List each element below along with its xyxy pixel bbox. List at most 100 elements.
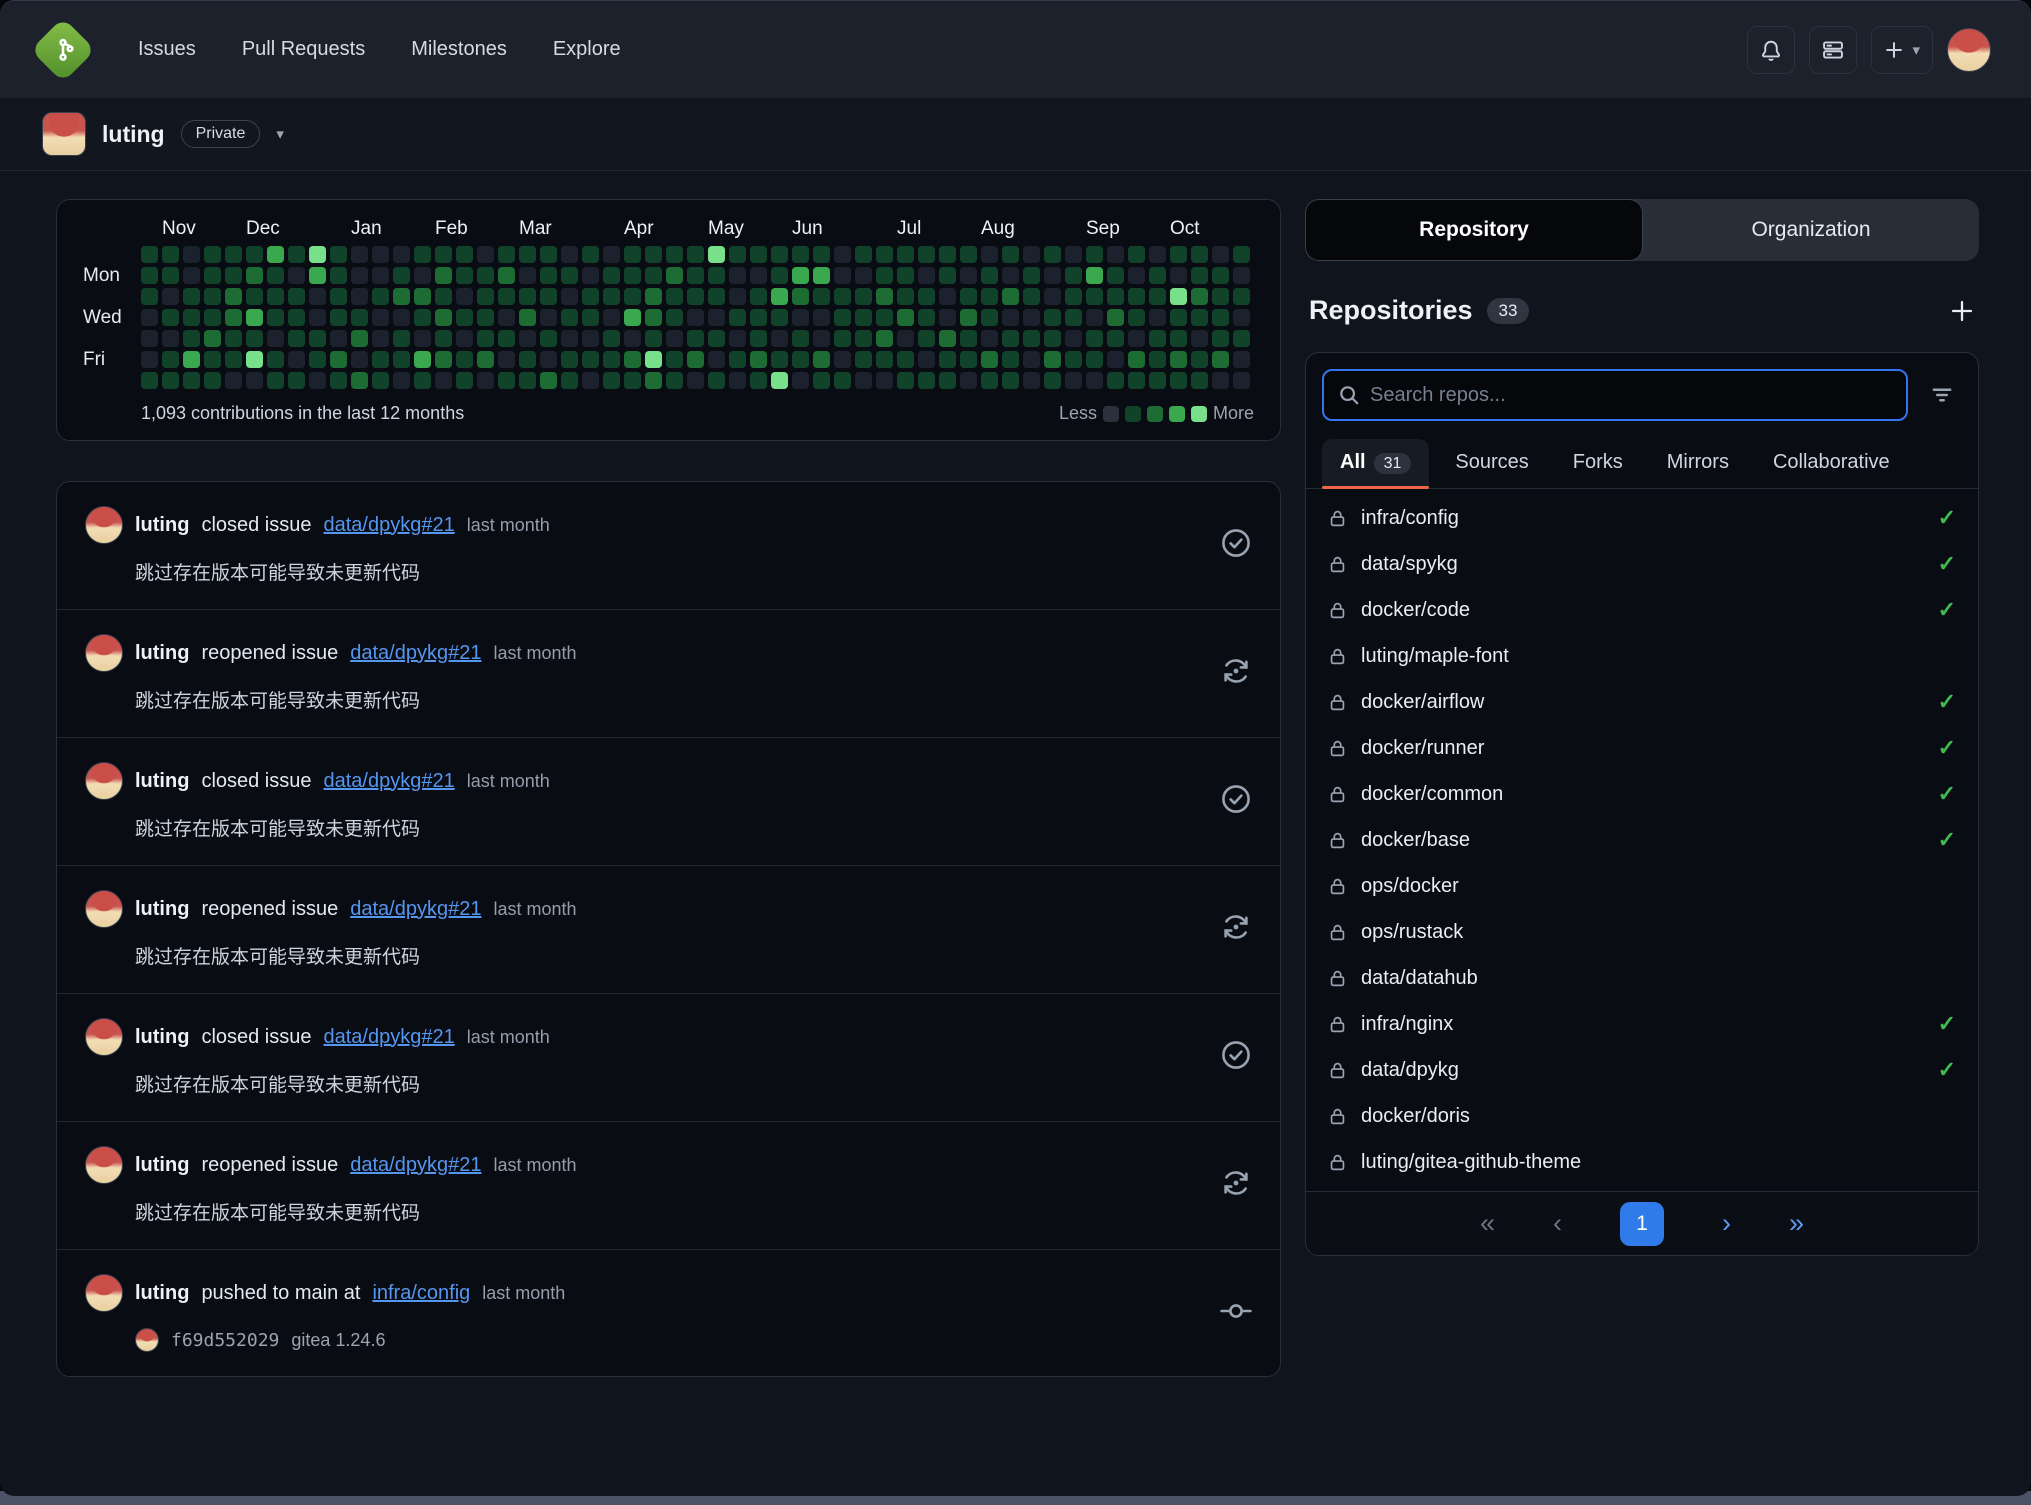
repo-item[interactable]: luting/maple-font — [1306, 633, 1978, 679]
heatmap-cell[interactable] — [582, 267, 599, 284]
heatmap-cell[interactable] — [1002, 309, 1019, 326]
heatmap-cell[interactable] — [792, 246, 809, 263]
repo-item[interactable]: infra/config✓ — [1306, 495, 1978, 541]
heatmap-cell[interactable] — [204, 330, 221, 347]
repo-name[interactable]: docker/airflow — [1361, 691, 1484, 714]
heatmap-cell[interactable] — [813, 309, 830, 326]
heatmap-cell[interactable] — [309, 246, 326, 263]
heatmap-cell[interactable] — [414, 372, 431, 389]
heatmap-cell[interactable] — [729, 288, 746, 305]
heatmap-cell[interactable] — [330, 246, 347, 263]
heatmap-cell[interactable] — [393, 351, 410, 368]
heatmap-cell[interactable] — [477, 351, 494, 368]
heatmap-cell[interactable] — [1023, 267, 1040, 284]
heatmap-cell[interactable] — [813, 351, 830, 368]
repo-item[interactable]: docker/doris — [1306, 1093, 1978, 1139]
feed-target-link[interactable]: data/dpykg#21 — [350, 1154, 481, 1177]
heatmap-cell[interactable] — [267, 309, 284, 326]
heatmap-cell[interactable] — [183, 309, 200, 326]
repo-item[interactable]: data/spykg✓ — [1306, 541, 1978, 587]
repo-name[interactable]: data/datahub — [1361, 967, 1478, 990]
heatmap-cell[interactable] — [645, 288, 662, 305]
pagination-next[interactable]: › — [1722, 1208, 1731, 1239]
heatmap-cell[interactable] — [351, 267, 368, 284]
repo-filter-tab-forks[interactable]: Forks — [1555, 439, 1641, 488]
heatmap-cell[interactable] — [855, 309, 872, 326]
heatmap-cell[interactable] — [330, 372, 347, 389]
heatmap-cell[interactable] — [1044, 309, 1061, 326]
heatmap-cell[interactable] — [981, 351, 998, 368]
heatmap-cell[interactable] — [498, 351, 515, 368]
heatmap-cell[interactable] — [1107, 246, 1124, 263]
heatmap-cell[interactable] — [666, 288, 683, 305]
heatmap-cell[interactable] — [288, 288, 305, 305]
heatmap-cell[interactable] — [309, 267, 326, 284]
heatmap-cell[interactable] — [540, 246, 557, 263]
heatmap-cell[interactable] — [1107, 330, 1124, 347]
repo-name[interactable]: docker/doris — [1361, 1105, 1470, 1128]
profile-dropdown-caret[interactable]: ▾ — [276, 125, 284, 143]
heatmap-cell[interactable] — [918, 372, 935, 389]
pagination-prev[interactable]: ‹ — [1553, 1208, 1562, 1239]
heatmap-cell[interactable] — [519, 288, 536, 305]
heatmap-cell[interactable] — [414, 351, 431, 368]
heatmap-cell[interactable] — [750, 267, 767, 284]
heatmap-cell[interactable] — [288, 330, 305, 347]
heatmap-cell[interactable] — [1170, 372, 1187, 389]
heatmap-cell[interactable] — [813, 267, 830, 284]
feed-avatar[interactable] — [85, 1274, 123, 1312]
heatmap-cell[interactable] — [1149, 288, 1166, 305]
heatmap-cell[interactable] — [456, 372, 473, 389]
heatmap-cell[interactable] — [582, 351, 599, 368]
heatmap-cell[interactable] — [813, 330, 830, 347]
heatmap-cell[interactable] — [750, 288, 767, 305]
heatmap-cell[interactable] — [603, 372, 620, 389]
repo-name[interactable]: infra/config — [1361, 507, 1459, 530]
heatmap-cell[interactable] — [183, 267, 200, 284]
repo-name[interactable]: data/spykg — [1361, 553, 1458, 576]
heatmap-cell[interactable] — [372, 267, 389, 284]
heatmap-cell[interactable] — [1170, 330, 1187, 347]
heatmap-cell[interactable] — [225, 330, 242, 347]
heatmap-cell[interactable] — [1107, 288, 1124, 305]
heatmap-cell[interactable] — [309, 372, 326, 389]
feed-username[interactable]: luting — [135, 898, 189, 921]
heatmap-cell[interactable] — [1065, 330, 1082, 347]
repo-item[interactable]: docker/base✓ — [1306, 817, 1978, 863]
heatmap-cell[interactable] — [540, 267, 557, 284]
repo-filter-tab-mirrors[interactable]: Mirrors — [1649, 439, 1747, 488]
nav-link-explore[interactable]: Explore — [553, 38, 621, 61]
pagination-last[interactable]: » — [1789, 1208, 1804, 1239]
heatmap-cell[interactable] — [225, 351, 242, 368]
heatmap-cell[interactable] — [477, 246, 494, 263]
heatmap-cell[interactable] — [519, 309, 536, 326]
repo-name[interactable]: docker/code — [1361, 599, 1470, 622]
heatmap-cell[interactable] — [750, 309, 767, 326]
pagination-first[interactable]: « — [1480, 1208, 1495, 1239]
heatmap-cell[interactable] — [456, 267, 473, 284]
heatmap-cell[interactable] — [1149, 309, 1166, 326]
heatmap-cell[interactable] — [1044, 372, 1061, 389]
heatmap-cell[interactable] — [540, 309, 557, 326]
heatmap-cell[interactable] — [582, 330, 599, 347]
heatmap-cell[interactable] — [645, 309, 662, 326]
heatmap-cell[interactable] — [708, 267, 725, 284]
heatmap-cell[interactable] — [750, 372, 767, 389]
heatmap-cell[interactable] — [309, 351, 326, 368]
heatmap-cell[interactable] — [1128, 351, 1145, 368]
heatmap-cell[interactable] — [204, 267, 221, 284]
heatmap-cell[interactable] — [1044, 288, 1061, 305]
heatmap-cell[interactable] — [771, 267, 788, 284]
repo-item[interactable]: data/dpykg✓ — [1306, 1047, 1978, 1093]
heatmap-cell[interactable] — [939, 372, 956, 389]
heatmap-cell[interactable] — [540, 372, 557, 389]
heatmap-cell[interactable] — [1002, 351, 1019, 368]
heatmap-cell[interactable] — [162, 351, 179, 368]
heatmap-cell[interactable] — [981, 267, 998, 284]
heatmap-cell[interactable] — [960, 288, 977, 305]
repo-item[interactable]: data/datahub — [1306, 955, 1978, 1001]
heatmap-cell[interactable] — [393, 267, 410, 284]
heatmap-cell[interactable] — [1212, 330, 1229, 347]
heatmap-cell[interactable] — [603, 309, 620, 326]
heatmap-cell[interactable] — [939, 330, 956, 347]
